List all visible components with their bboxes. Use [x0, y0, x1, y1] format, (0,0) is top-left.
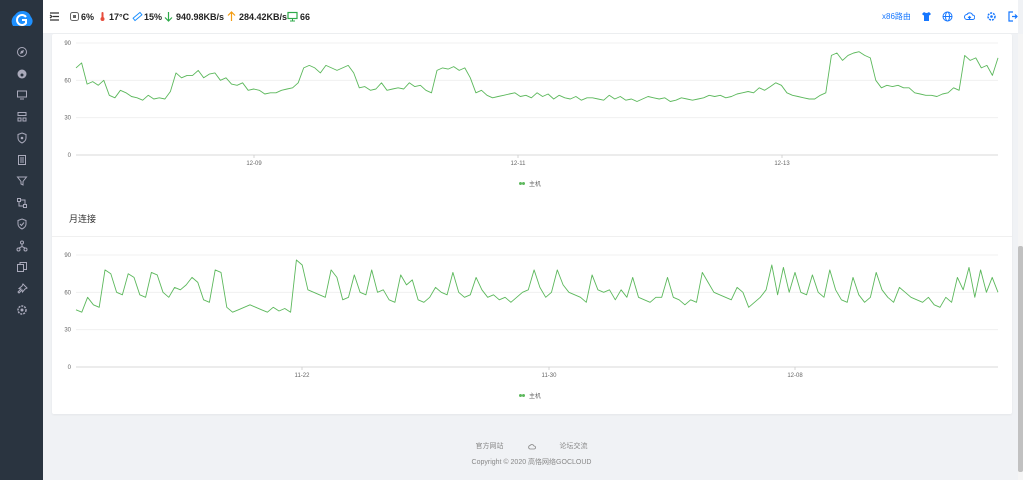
y-tick-label: 0	[68, 365, 72, 371]
series-line-host	[75, 259, 999, 313]
y-tick-label: 90	[64, 41, 71, 47]
download-speed: 940.98KB/s	[176, 12, 225, 22]
legend-marker	[519, 394, 525, 397]
list-icon[interactable]	[16, 154, 28, 166]
shield-icon[interactable]	[16, 132, 28, 144]
legend-chart1[interactable]: 主机	[519, 179, 541, 188]
y-tick-label: 90	[64, 253, 71, 259]
monitor-icon[interactable]	[16, 89, 28, 101]
memory-usage: 15%	[144, 12, 163, 22]
menu-collapse-icon[interactable]	[49, 11, 60, 22]
temperature-value: 17°C	[109, 12, 130, 22]
pin-icon[interactable]	[16, 282, 28, 295]
upload-arrow-icon	[226, 11, 237, 22]
share-icon[interactable]	[16, 240, 28, 252]
cpu-icon	[69, 11, 80, 22]
cloud-upload-icon[interactable]	[964, 11, 975, 22]
filter-icon[interactable]	[16, 175, 28, 187]
top-header: 6% 17°C 15% 940.98KB/s 284.42KB/s 66 x86…	[43, 0, 1018, 34]
footer-links: 官方网站 论坛交流	[0, 441, 1023, 451]
y-tick-label: 30	[64, 116, 71, 122]
x-tick-label: 12-13	[774, 161, 790, 167]
official-site-link[interactable]: 官方网站	[476, 443, 504, 450]
section-title-monthly-connections: 月连接	[69, 214, 97, 224]
copy-icon[interactable]	[16, 261, 28, 273]
x-tick-label: 12-08	[787, 373, 803, 379]
y-tick-label: 0	[68, 153, 72, 159]
forum-link[interactable]: 论坛交流	[559, 443, 587, 450]
logout-icon[interactable]	[1007, 11, 1018, 22]
memory-icon	[132, 11, 143, 22]
y-tick-label: 60	[64, 78, 71, 84]
legend-label: 主机	[529, 182, 542, 188]
settings-gear-icon[interactable]	[986, 11, 997, 22]
chart-monthly-connections: 0 30 60 90 11-22 11-30 12-08	[64, 253, 999, 379]
y-tick-label: 30	[64, 328, 71, 334]
section-divider	[52, 236, 1012, 237]
security-icon[interactable]	[16, 218, 28, 230]
sidebar	[0, 0, 43, 480]
x-tick-label: 11-30	[542, 373, 558, 379]
tshirt-icon[interactable]	[921, 11, 932, 22]
x-tick-label: 11-22	[295, 373, 311, 379]
legend-marker	[519, 182, 525, 185]
download-arrow-icon	[163, 11, 174, 22]
thermometer-icon	[97, 11, 108, 22]
logo-icon[interactable]	[9, 8, 35, 30]
dashboard-icon[interactable]	[16, 68, 28, 80]
topology-icon[interactable]	[16, 197, 28, 209]
y-tick-label: 60	[64, 290, 71, 296]
connection-count: 66	[300, 12, 311, 22]
x-tick-label: 12-11	[511, 161, 527, 167]
cpu-usage: 6%	[81, 12, 95, 22]
monitor-connections-icon	[287, 11, 298, 22]
chart-monthly-top: 0 30 60 90 12-09 12-11 12-13	[64, 41, 999, 167]
copyright-text: Copyright © 2020 高恪网络GOCLOUD	[471, 459, 592, 466]
device-name[interactable]: x86路由	[882, 11, 911, 23]
series-line-host	[75, 51, 999, 102]
cloud-icon[interactable]	[527, 443, 538, 450]
globe-icon[interactable]	[942, 11, 953, 22]
x-tick-label: 12-09	[246, 161, 262, 167]
compass-icon[interactable]	[16, 46, 28, 58]
settings-icon[interactable]	[16, 304, 28, 316]
scrollbar-thumb[interactable]	[1018, 246, 1023, 472]
legend-chart2[interactable]: 主机	[519, 391, 541, 400]
network-icon[interactable]	[16, 111, 28, 123]
legend-label: 主机	[529, 394, 542, 400]
upload-speed: 284.42KB/s	[239, 12, 288, 22]
